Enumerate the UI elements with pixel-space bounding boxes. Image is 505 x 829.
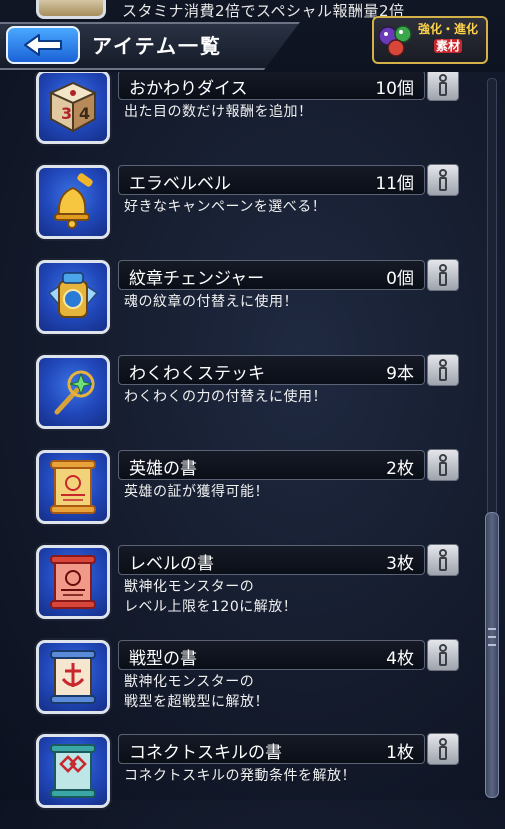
info-button[interactable] (427, 449, 459, 481)
item-count: 11個 (375, 174, 414, 194)
list-item: レベルの書 3枚 獣神化モンスターの レベル上限を120に解放！ (0, 544, 470, 640)
item-name-bar: レベルの書 3枚 (118, 545, 425, 575)
item-count: 0個 (386, 269, 414, 289)
item-description: 好きなキャンペーンを選べる！ (124, 199, 327, 215)
list-item: わくわくステッキ 9本 わくわくの力の付替えに使用！ (0, 354, 470, 450)
list-item: 英雄の書 2枚 英雄の証が獲得可能！ (0, 449, 470, 545)
svg-text:3: 3 (61, 104, 72, 123)
header: スタミナ消費2倍でスペシャル報酬量2倍 アイテム一覧 強化・進化 素材 (0, 0, 505, 72)
info-button[interactable] (427, 259, 459, 291)
info-icon (439, 264, 447, 286)
info-icon (439, 359, 447, 381)
list-item: エラベルベル 11個 好きなキャンペーンを選べる！ (0, 164, 470, 260)
item-name-bar: わくわくステッキ 9本 (118, 355, 425, 385)
info-icon (439, 738, 447, 760)
item-count: 4枚 (386, 649, 414, 669)
item-description: 魂の紋章の付替えに使用！ (124, 294, 298, 310)
emblem-changer-icon (36, 260, 110, 334)
item-name-bar: 戦型の書 4枚 (118, 640, 425, 670)
item-description: 英雄の証が獲得可能！ (124, 484, 269, 500)
dice-icon: 3 4 (36, 70, 110, 144)
info-button[interactable] (427, 69, 459, 101)
item-description: 獣神化モンスターの 戦型を超戦型に解放！ (124, 674, 269, 710)
back-arrow-icon (24, 34, 62, 56)
item-name-bar: 英雄の書 2枚 (118, 450, 425, 480)
item-count: 1枚 (386, 743, 414, 763)
level-scroll-icon (36, 545, 110, 619)
item-count: 9本 (386, 364, 414, 384)
item-name-bar: コネクトスキルの書 1枚 (118, 734, 425, 764)
info-icon (439, 169, 447, 191)
info-icon (439, 549, 447, 571)
badge-line2: 素材 (433, 39, 462, 53)
scrollbar-thumb[interactable] (485, 512, 499, 798)
info-button[interactable] (427, 733, 459, 765)
badge-label: 強化・進化 素材 (415, 21, 481, 55)
list-item: コネクトスキルの書 1枚 コネクトスキルの発動条件を解放！ (0, 733, 470, 829)
item-name: レベルの書 (129, 554, 214, 574)
svg-text:4: 4 (79, 104, 90, 123)
page-title: アイテム一覧 (92, 34, 222, 58)
item-name: コネクトスキルの書 (129, 743, 282, 763)
item-description: わくわくの力の付替えに使用！ (124, 389, 327, 405)
item-icon-partial (36, 0, 106, 19)
item-name-bar: おかわりダイス 10個 (118, 70, 425, 100)
list-item: 戦型の書 4枚 獣神化モンスターの 戦型を超戦型に解放！ (0, 639, 470, 735)
item-description: 出た目の数だけ報酬を追加！ (124, 104, 313, 120)
hero-scroll-icon (36, 450, 110, 524)
item-name-bar: エラベルベル 11個 (118, 165, 425, 195)
info-button[interactable] (427, 544, 459, 576)
item-count: 2枚 (386, 459, 414, 479)
list-item: 紋章チェンジャー 0個 魂の紋章の付替えに使用！ (0, 259, 470, 355)
item-list[interactable]: 3 4 おかわりダイス 10個 出た目の数だけ報酬を追加！ エラベルベル 11個 (0, 0, 505, 808)
item-count: 10個 (375, 79, 414, 99)
list-item: 3 4 おかわりダイス 10個 出た目の数だけ報酬を追加！ (0, 69, 470, 165)
scrollbar-grip-icon (488, 628, 496, 646)
item-name: 英雄の書 (129, 459, 197, 479)
connect-skill-scroll-icon (36, 734, 110, 808)
material-monsters-icon (378, 25, 412, 57)
item-description: 獣神化モンスターの レベル上限を120に解放！ (124, 579, 298, 615)
info-button[interactable] (427, 639, 459, 671)
item-name: おかわりダイス (129, 79, 248, 99)
info-icon (439, 644, 447, 666)
info-button[interactable] (427, 354, 459, 386)
item-description: コネクトスキルの発動条件を解放！ (124, 768, 356, 784)
item-name-bar: 紋章チェンジャー 0個 (118, 260, 425, 290)
bell-icon (36, 165, 110, 239)
item-name: わくわくステッキ (129, 364, 265, 384)
item-name: 戦型の書 (129, 649, 197, 669)
battle-type-scroll-icon (36, 640, 110, 714)
item-name: エラベルベル (129, 174, 231, 194)
badge-line1: 強化・進化 (417, 22, 478, 36)
back-button[interactable] (6, 26, 80, 64)
info-icon (439, 454, 447, 476)
previous-item-description: スタミナ消費2倍でスペシャル報酬量2倍 (122, 2, 405, 20)
item-name: 紋章チェンジャー (129, 269, 265, 289)
info-button[interactable] (427, 164, 459, 196)
enhance-evolve-material-badge[interactable]: 強化・進化 素材 (372, 16, 488, 64)
item-count: 3枚 (386, 554, 414, 574)
wand-icon (36, 355, 110, 429)
info-icon (439, 74, 447, 96)
